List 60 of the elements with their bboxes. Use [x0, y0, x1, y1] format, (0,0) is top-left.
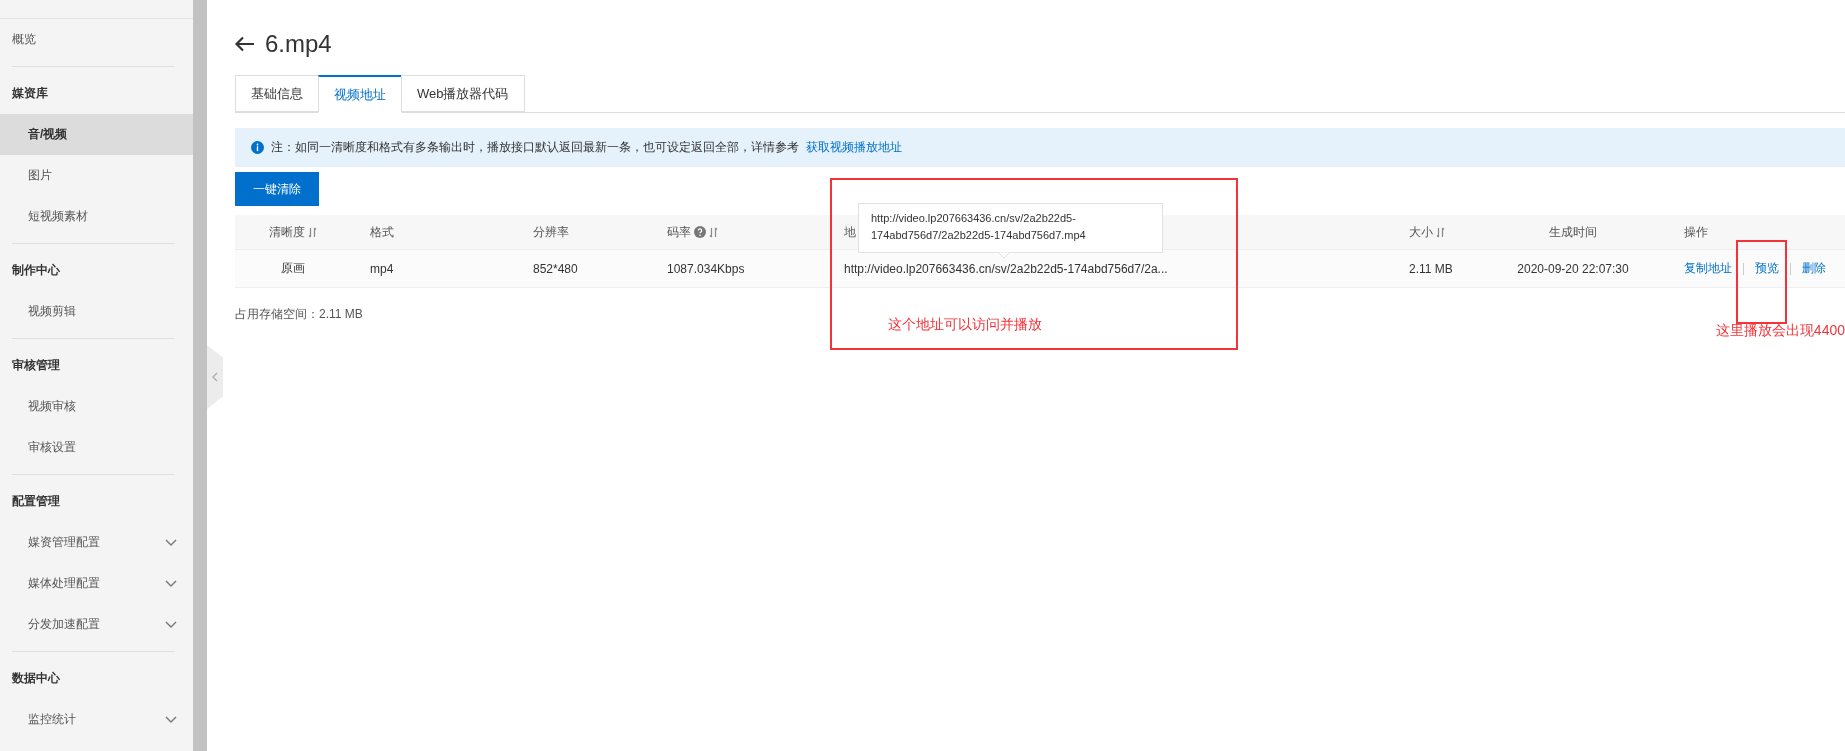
scrollbar[interactable]	[193, 0, 207, 751]
sidebar-item[interactable]: 审核设置	[0, 427, 193, 468]
tooltip-text: 174abd756d7/2a2b22d5-174abd756d7.mp4	[871, 228, 1087, 243]
header-label: 码率	[667, 223, 691, 241]
notice-text: 注：如同一清晰度和格式有多条输出时，播放接口默认返回最新一条，也可设定返回全部，详情参考	[271, 139, 799, 156]
action-link[interactable]: 删除	[1802, 260, 1826, 277]
sidebar-item[interactable]: 短视频素材	[0, 196, 193, 237]
sidebar-item[interactable]: 视频审核	[0, 386, 193, 427]
clear-button[interactable]: 一键清除	[235, 172, 319, 206]
page-title: 6.mp4	[265, 30, 332, 58]
sidebar-item[interactable]: 概览	[0, 19, 193, 60]
sidebar-heading: 配置管理	[11, 493, 61, 510]
sidebar-item[interactable]: 分发加速配置	[0, 604, 193, 645]
sidebar-heading: 制作中心	[11, 262, 61, 279]
action-link[interactable]: 预览	[1755, 260, 1779, 277]
sidebar-item[interactable]: 媒资管理配置	[0, 522, 193, 563]
tooltip-text: http://video.lp207663436.cn/sv/2a2b22d5-	[871, 211, 1077, 226]
tab[interactable]: Web播放器代码	[401, 75, 525, 112]
help-icon	[694, 226, 706, 238]
table-cell: 原画	[235, 250, 351, 288]
tab[interactable]: 视频地址	[318, 75, 402, 113]
header-label: 清晰度	[269, 223, 305, 241]
help-link[interactable]: 获取视频播放地址	[806, 139, 902, 156]
column-header[interactable]: 清晰度	[235, 215, 351, 250]
header-label: 大小	[1409, 223, 1433, 241]
chevron-down-icon	[165, 715, 177, 724]
annotation-text: 这里播放会出现4400	[1715, 322, 1845, 340]
column-header[interactable]: 码率	[648, 215, 825, 250]
header-label: 分辨率	[533, 223, 569, 241]
chevron-down-icon	[165, 538, 177, 547]
annotation-text: 这个地址可以访问并播放	[888, 316, 1042, 334]
chevron-down-icon	[165, 579, 177, 588]
table-cell: 2.11 MB	[1390, 250, 1481, 288]
action-link[interactable]: 复制地址	[1684, 260, 1732, 277]
sidebar-item[interactable]: 视频剪辑	[0, 291, 193, 332]
table-cell: mp4	[351, 250, 514, 288]
sort-icon	[709, 226, 718, 238]
table-cell: 1087.034Kbps	[648, 250, 825, 288]
column-header[interactable]: 大小	[1390, 215, 1481, 250]
tab[interactable]: 基础信息	[235, 75, 319, 112]
header-label: 操作	[1684, 223, 1708, 241]
table-cell: 2020-09-20 22:07:30	[1481, 250, 1665, 288]
sidebar-heading: 审核管理	[11, 357, 61, 374]
sidebar-heading: 媒资库	[11, 85, 49, 102]
chevron-down-icon	[165, 620, 177, 629]
back-arrow-icon[interactable]	[235, 36, 255, 52]
sidebar-item[interactable]: 媒体处理配置	[0, 563, 193, 604]
table-cell: http://video.lp207663436.cn/sv/2a2b22d5-174abd756d7/2a...	[825, 250, 1390, 288]
sidebar-item[interactable]: 图片	[0, 155, 193, 196]
header-label: 生成时间	[1549, 223, 1597, 241]
header-label: 格式	[370, 223, 394, 241]
sidebar-item[interactable]: 音/视频	[0, 114, 193, 155]
sort-icon	[308, 226, 317, 238]
sort-icon	[1436, 226, 1445, 238]
storage-usage: 占用存储空间：2.11 MB	[235, 306, 364, 323]
info-icon	[251, 141, 264, 154]
header-label: 地	[844, 223, 856, 241]
sidebar-item[interactable]: 监控统计	[0, 699, 193, 740]
sidebar-heading: 数据中心	[11, 670, 61, 687]
table-cell: 852*480	[514, 250, 648, 288]
